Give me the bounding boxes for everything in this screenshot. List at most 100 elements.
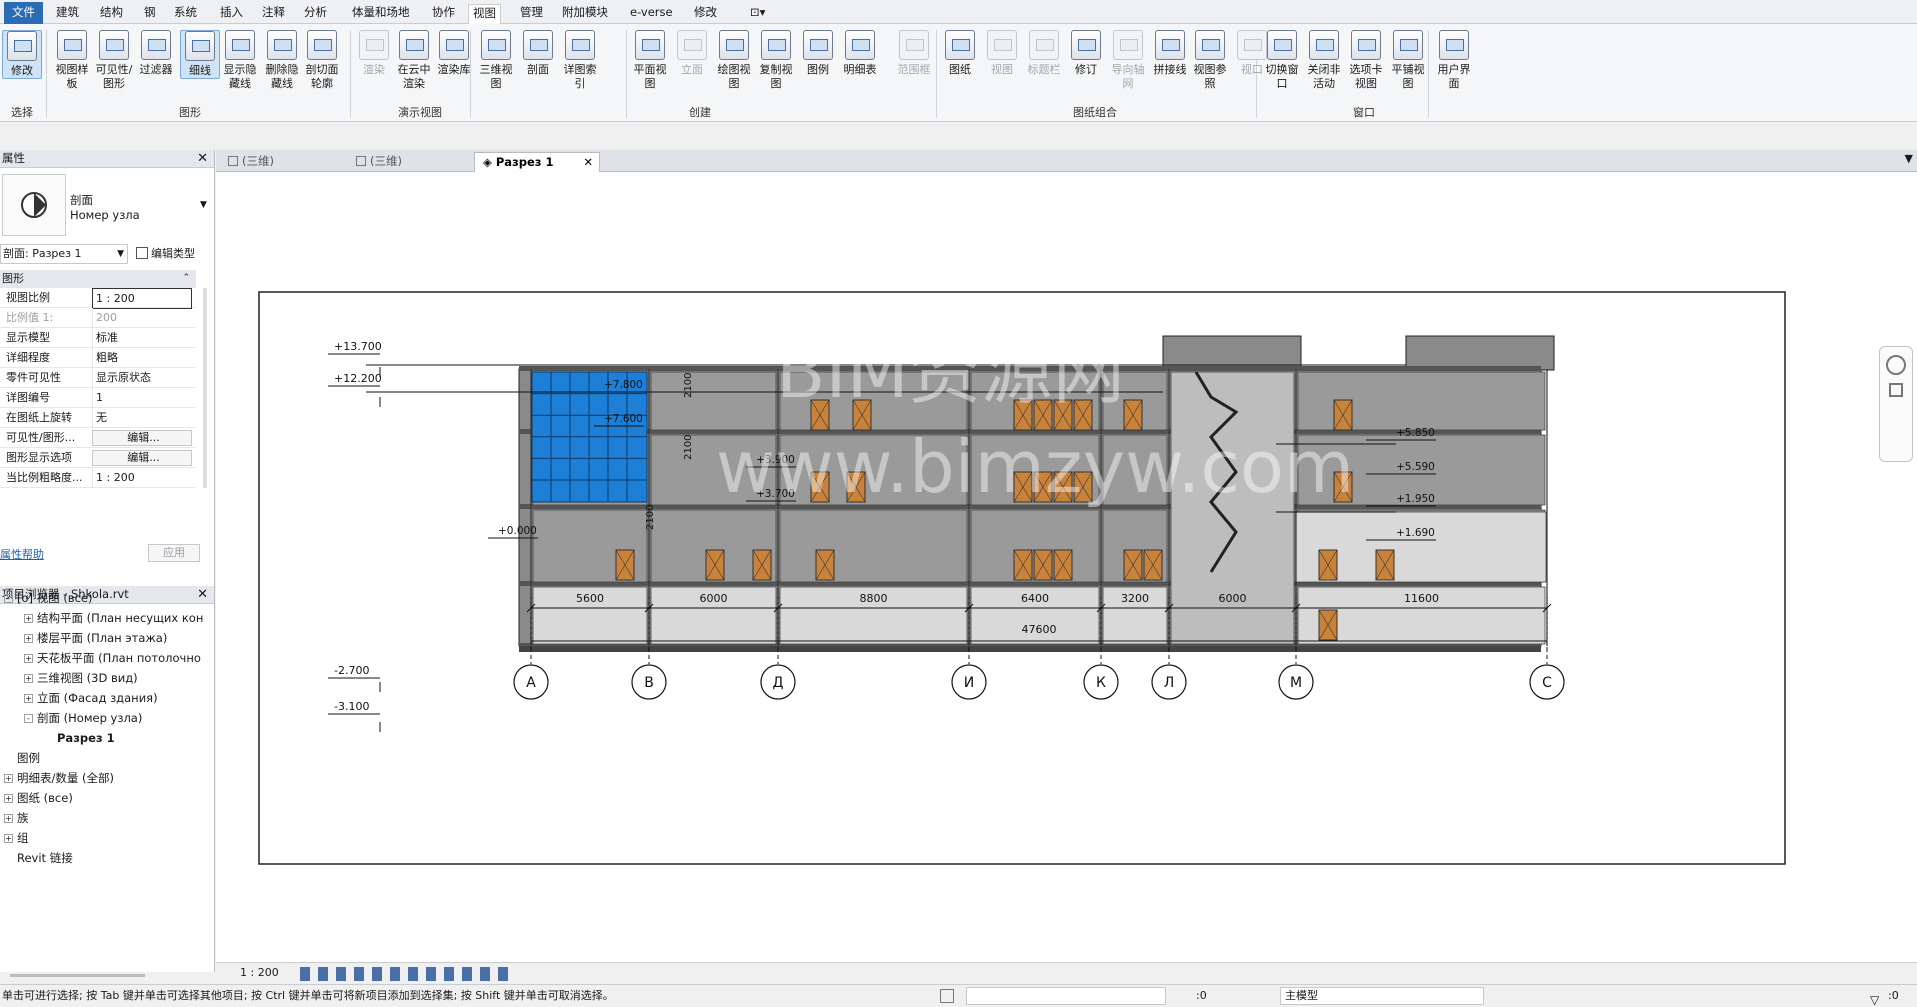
property-value[interactable]: 显示原状态 <box>92 368 192 387</box>
ribbon-tab-4[interactable]: 系统 <box>170 4 201 24</box>
ribbon-button-4[interactable]: 细线 <box>180 30 220 79</box>
expand-icon[interactable]: + <box>24 654 33 663</box>
ribbon-button-32[interactable]: 平铺视图 <box>1388 30 1428 91</box>
ribbon-button-29[interactable]: 切换窗口 <box>1262 30 1302 91</box>
ribbon-tab-11[interactable]: 管理 <box>516 4 547 24</box>
expand-icon[interactable]: + <box>24 674 33 683</box>
property-value[interactable]: 标准 <box>92 328 192 347</box>
tree-item[interactable]: + 结构平面 (План несущих кон <box>24 608 203 628</box>
view-control-icons[interactable] <box>300 967 510 981</box>
drawing-canvas[interactable]: +13.700 +12.200 -2.700 -3.100 +7.800 +7.600 +3… <box>216 172 1917 962</box>
property-edit-button[interactable]: 编辑... <box>92 450 192 466</box>
property-value[interactable]: 1 <box>92 388 192 407</box>
properties-scrollbar[interactable] <box>203 288 207 488</box>
apply-button[interactable]: 应用 <box>148 544 200 562</box>
property-edit-button[interactable]: 编辑... <box>92 430 192 446</box>
ribbon-button-11[interactable]: 三维视图 <box>476 30 516 91</box>
ribbon-customize-icon[interactable]: ⊡▾ <box>746 4 769 24</box>
property-value[interactable]: 200 <box>92 308 192 327</box>
tree-item[interactable]: + 族 <box>4 808 29 828</box>
ribbon-tab-14[interactable]: 修改 <box>690 4 721 24</box>
expand-icon[interactable]: + <box>24 634 33 643</box>
group-select-label[interactable]: 选择 <box>2 104 42 120</box>
tree-item[interactable]: + 天花板平面 (План потолочно <box>24 648 201 668</box>
property-row[interactable]: 零件可见性 显示原状态 <box>0 368 196 388</box>
browser-hscroll[interactable] <box>10 974 145 977</box>
expand-icon[interactable]: + <box>4 774 13 783</box>
ribbon-tab-13[interactable]: e-verse <box>626 4 677 24</box>
ribbon-tab-12[interactable]: 附加模块 <box>558 4 612 24</box>
ribbon-tab-10[interactable]: 视图 <box>468 4 501 24</box>
ribbon-button-26[interactable]: 拼接线 <box>1150 30 1190 77</box>
design-option-selector[interactable]: 主模型 <box>1280 987 1484 1005</box>
ribbon-tab-8[interactable]: 体量和场地 <box>348 4 414 24</box>
expand-icon[interactable]: + <box>4 794 13 803</box>
expand-icon[interactable]: - <box>4 594 13 603</box>
zoom-icon[interactable] <box>1889 383 1903 397</box>
ribbon-button-22[interactable]: 视图 <box>982 30 1022 77</box>
type-dropdown-icon[interactable]: ▼ <box>200 200 207 210</box>
ribbon-button-8[interactable]: 渲染 <box>354 30 394 77</box>
worksharing-icon[interactable] <box>940 989 954 1003</box>
property-value[interactable]: 粗略 <box>92 348 192 367</box>
ribbon-tab-6[interactable]: 注释 <box>258 4 289 24</box>
ribbon-button-23[interactable]: 标题栏 <box>1024 30 1064 77</box>
tree-item[interactable]: + 明细表/数量 (全部) <box>4 768 114 788</box>
ribbon-button-18[interactable]: 图例 <box>798 30 838 77</box>
tree-item[interactable]: + 楼层平面 (План этажа) <box>24 628 167 648</box>
tree-item[interactable]: 图例 <box>4 748 40 768</box>
ribbon-button-25[interactable]: 导向轴网 <box>1108 30 1148 91</box>
ribbon-tab-5[interactable]: 插入 <box>216 4 247 24</box>
steering-wheel-icon[interactable] <box>1886 355 1906 375</box>
expand-icon[interactable]: - <box>24 714 33 723</box>
view-tab-section-1[interactable]: ◈ Разрез 1 ✕ <box>474 152 600 172</box>
ribbon-tab-1[interactable]: 建筑 <box>52 4 83 24</box>
ribbon-tab-0[interactable]: 文件 <box>4 2 43 24</box>
close-icon[interactable]: ✕ <box>197 150 208 167</box>
tree-item[interactable]: - [o] 视图 (все) <box>4 588 92 608</box>
instance-selector[interactable]: 剖面: Разрез 1 ▼ <box>0 244 128 264</box>
close-icon[interactable]: ✕ <box>583 153 593 171</box>
ribbon-button-7[interactable]: 剖切面轮廓 <box>302 30 342 91</box>
ribbon-button-33[interactable]: 用户界面 <box>1434 30 1474 91</box>
tree-item[interactable]: Revit 链接 <box>4 848 73 868</box>
property-row[interactable]: 视图比例 1 : 200 <box>0 288 196 309</box>
ribbon-button-16[interactable]: 绘图视图 <box>714 30 754 91</box>
ribbon-button-14[interactable]: 平面视图 <box>630 30 670 91</box>
expand-icon[interactable]: + <box>4 814 13 823</box>
property-row[interactable]: 可见性/图形... 编辑... <box>0 428 196 448</box>
ribbon-button-24[interactable]: 修订 <box>1066 30 1106 77</box>
ribbon-tab-2[interactable]: 结构 <box>96 4 127 24</box>
tab-overflow-icon[interactable]: ▼ <box>1905 152 1913 165</box>
ribbon-button-3[interactable]: 过滤器 <box>136 30 176 77</box>
view-tab-3d-1[interactable]: (三维) <box>220 152 346 172</box>
ribbon-tab-9[interactable]: 协作 <box>428 4 459 24</box>
property-row[interactable]: 详细程度 粗略 <box>0 348 196 368</box>
ribbon-button-13[interactable]: 详图索引 <box>560 30 600 91</box>
property-row[interactable]: 比例值 1: 200 <box>0 308 196 328</box>
ribbon-button-0[interactable]: 修改 <box>2 30 42 79</box>
expand-icon[interactable]: + <box>24 614 33 623</box>
edit-type-button[interactable]: 编辑类型 <box>136 245 195 261</box>
tree-item[interactable]: + 组 <box>4 828 29 848</box>
section-drawing[interactable]: +13.700+12.200-2.700-3.100+7.800+7.600+3… <box>216 172 1917 962</box>
property-row[interactable]: 图形显示选项 编辑... <box>0 448 196 468</box>
tree-item[interactable]: + 立面 (Фасад здания) <box>24 688 158 708</box>
ribbon-button-20[interactable]: 范围框 <box>894 30 934 77</box>
tree-item[interactable]: Разрез 1 <box>44 728 115 748</box>
ribbon-button-19[interactable]: 明细表 <box>840 30 880 77</box>
ribbon-button-27[interactable]: 视图参照 <box>1190 30 1230 91</box>
ribbon-button-15[interactable]: 立面 <box>672 30 712 77</box>
ribbon-button-1[interactable]: 视图样板 <box>52 30 92 91</box>
property-row[interactable]: 显示模型 标准 <box>0 328 196 348</box>
ribbon-button-30[interactable]: 关闭非活动 <box>1304 30 1344 91</box>
navigation-bar[interactable] <box>1879 346 1913 462</box>
ribbon-button-21[interactable]: 图纸 <box>940 30 980 77</box>
ribbon-button-5[interactable]: 显示隐藏线 <box>220 30 260 91</box>
ribbon-tab-7[interactable]: 分析 <box>300 4 331 24</box>
property-row[interactable]: 当比例粗略度... 1 : 200 <box>0 468 196 488</box>
property-value[interactable]: 无 <box>92 408 192 427</box>
ribbon-button-31[interactable]: 选项卡视图 <box>1346 30 1386 91</box>
view-scale[interactable]: 1 : 200 <box>240 966 279 979</box>
ribbon-button-9[interactable]: 在云中渲染 <box>394 30 434 91</box>
